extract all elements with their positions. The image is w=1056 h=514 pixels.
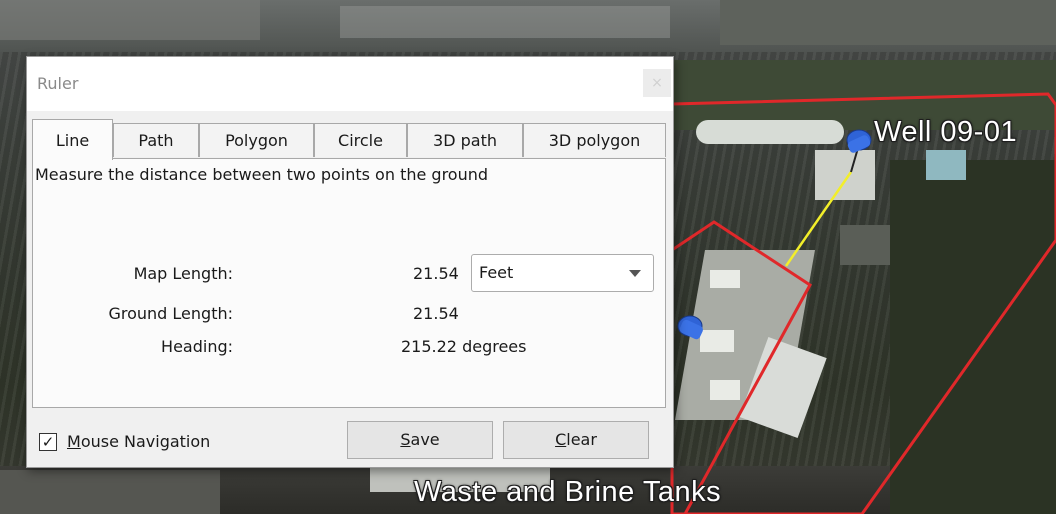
map-label-well: Well 09-01 <box>874 116 1018 148</box>
save-button-label-rest: ave <box>410 430 440 449</box>
measure-line <box>784 171 853 267</box>
unit-select[interactable]: Feet <box>471 254 654 292</box>
map-length-label: Map Length: <box>133 264 233 283</box>
save-button[interactable]: Save <box>347 421 493 459</box>
tab-3d-polygon[interactable]: 3D polygon <box>523 123 666 157</box>
ground-length-value: 21.54 <box>413 304 459 323</box>
tab-3d-path[interactable]: 3D path <box>407 123 523 157</box>
chevron-down-icon <box>629 270 641 277</box>
map-boundary-outer <box>670 92 1056 514</box>
clear-button[interactable]: Clear <box>503 421 649 459</box>
heading-value: 215.22 degrees <box>401 337 527 356</box>
heading-label: Heading: <box>161 337 233 356</box>
clear-button-label-rest: lear <box>566 430 597 449</box>
description-text: Measure the distance between two points … <box>35 165 489 184</box>
ground-length-label: Ground Length: <box>108 304 233 323</box>
mnemonic-c: C <box>555 430 567 449</box>
mnemonic-m: M <box>67 432 81 451</box>
tab-panel-line: Measure the distance between two points … <box>32 158 666 408</box>
mnemonic-s: S <box>400 430 411 449</box>
tab-path[interactable]: Path <box>113 123 199 157</box>
tab-line[interactable]: Line <box>32 119 113 160</box>
map-label-tanks: Waste and Brine Tanks <box>414 476 722 508</box>
unit-select-value: Feet <box>479 263 514 282</box>
mouse-navigation-checkbox[interactable]: ✓ <box>39 433 57 451</box>
mouse-navigation-label-rest: ouse Navigation <box>80 432 211 451</box>
ruler-dialog: Ruler × Line Path Polygon Circle 3D path… <box>26 56 674 468</box>
tab-bar: Line Path Polygon Circle 3D path 3D poly… <box>32 119 666 160</box>
mouse-navigation-label[interactable]: Mouse Navigation <box>67 432 210 451</box>
map-length-value: 21.54 <box>413 264 459 283</box>
tab-circle[interactable]: Circle <box>314 123 407 157</box>
dialog-title: Ruler <box>37 74 79 93</box>
pin-icon <box>677 315 703 340</box>
pin-icon <box>846 129 872 173</box>
map-boundary-inner <box>670 220 812 514</box>
dialog-titlebar[interactable]: Ruler × <box>27 57 673 111</box>
tab-polygon[interactable]: Polygon <box>199 123 314 157</box>
close-icon[interactable]: × <box>643 69 671 97</box>
